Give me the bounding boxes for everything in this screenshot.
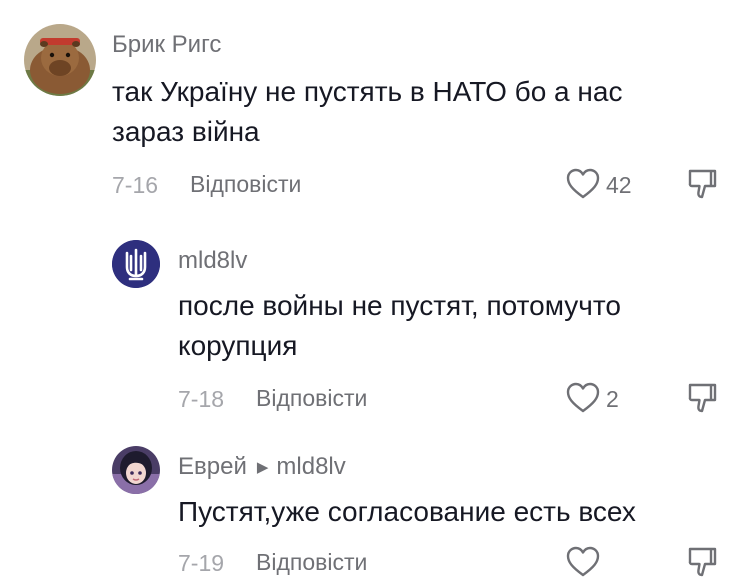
- comment-username-with-reply-target: Еврей ▶ mld8lv: [178, 453, 346, 481]
- heart-outline-icon[interactable]: [566, 168, 600, 200]
- comment-text-line: после войны не пустят, потомучто: [178, 290, 621, 321]
- like-count: 42: [606, 172, 632, 198]
- thumbs-down-outline-icon[interactable]: [687, 168, 717, 200]
- heart-outline-icon[interactable]: [566, 382, 600, 414]
- comment-text-line: так Україну не пустять в НАТО бо а нас: [112, 76, 623, 107]
- comment-username[interactable]: mld8lv: [178, 247, 247, 275]
- comment-date: 7-19: [178, 550, 225, 576]
- reply-button[interactable]: Відповісти: [256, 385, 367, 412]
- user-avatar-capybara[interactable]: [24, 24, 96, 96]
- comment-date: 7-16: [112, 172, 159, 198]
- reply-target-username[interactable]: mld8lv: [276, 453, 345, 480]
- comment-text-line: зараз війна: [112, 116, 260, 147]
- thumbs-down-outline-icon[interactable]: [687, 382, 717, 414]
- comment-username[interactable]: Еврей: [178, 453, 247, 480]
- heart-outline-icon[interactable]: [566, 546, 600, 578]
- user-avatar-trident[interactable]: [112, 240, 160, 288]
- like-count: 2: [606, 386, 619, 412]
- comment-date: 7-18: [178, 386, 225, 412]
- thumbs-down-outline-icon[interactable]: [687, 546, 717, 578]
- reply-button[interactable]: Відповісти: [190, 171, 301, 198]
- comment-username[interactable]: Брик Ригс: [112, 31, 221, 59]
- reply-button[interactable]: Відповісти: [256, 549, 367, 576]
- user-avatar-anime[interactable]: [112, 446, 160, 494]
- comment-text-line: корупция: [178, 330, 298, 361]
- comment-text-line: Пустят,уже согласование есть всех: [178, 496, 636, 527]
- triangle-right-icon: ▶: [256, 459, 269, 476]
